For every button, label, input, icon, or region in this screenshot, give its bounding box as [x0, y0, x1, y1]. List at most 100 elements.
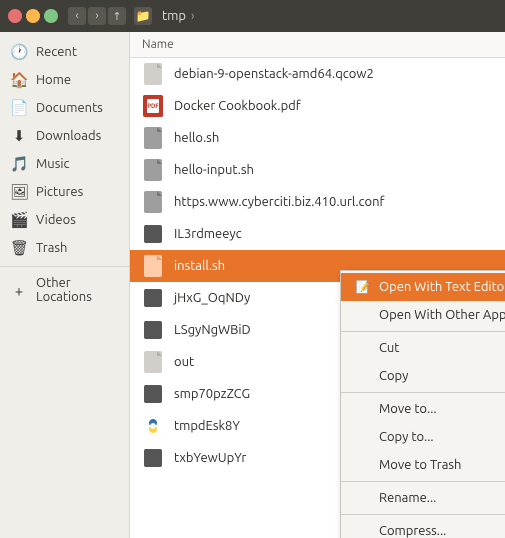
documents-icon: 📄: [10, 99, 28, 117]
sidebar-label-pictures: Pictures: [36, 185, 83, 199]
file-icon-smp70: [142, 383, 164, 405]
file-icon-il3rd: [142, 223, 164, 245]
trash-icon: 🗑: [10, 239, 28, 257]
sidebar-item-trash[interactable]: 🗑 Trash: [0, 234, 129, 262]
other-locations-icon: +: [10, 282, 28, 299]
file-icon-lsgy: [142, 319, 164, 341]
file-list-area: Name debian-9-openstack-amd64.qcow2 PDF …: [130, 32, 505, 538]
ctx-label-rename: Rename...: [379, 491, 436, 505]
copy-to-icon: [355, 429, 371, 445]
pictures-icon: 🖼: [10, 183, 28, 201]
file-item-hello-input[interactable]: hello-input.sh: [130, 154, 505, 186]
ctx-move-to-trash[interactable]: Move to Trash Delete: [341, 451, 505, 479]
maximize-button[interactable]: [44, 9, 58, 23]
back-button[interactable]: ‹: [68, 7, 86, 25]
sidebar-label-downloads: Downloads: [36, 129, 101, 143]
ctx-divider-2: [341, 392, 505, 393]
sidebar-item-downloads[interactable]: ⬇ Downloads: [0, 122, 129, 150]
file-icon-debian: [142, 63, 164, 85]
sidebar-divider: [0, 266, 129, 267]
file-icon-jhxg: [142, 287, 164, 309]
file-name-debian: debian-9-openstack-amd64.qcow2: [174, 67, 493, 81]
ctx-rename[interactable]: Rename... F2: [341, 484, 505, 512]
ctx-open-other[interactable]: Open With Other Application: [341, 301, 505, 329]
ctx-label-move-to: Move to...: [379, 402, 437, 416]
ctx-divider-1: [341, 331, 505, 332]
ctx-open-text-editor[interactable]: 📝 Open With Text Editor Return: [341, 273, 505, 301]
file-list-header: Name: [130, 32, 505, 58]
name-column-header: Name: [142, 38, 174, 51]
titlebar: ‹ › ↑ 📁 tmp ›: [0, 0, 505, 32]
open-other-icon: [355, 307, 371, 323]
cut-icon: [355, 340, 371, 356]
ctx-move-to[interactable]: Move to...: [341, 395, 505, 423]
file-item-https-conf[interactable]: https.www.cyberciti.biz.410.url.conf: [130, 186, 505, 218]
minimize-button[interactable]: [26, 9, 40, 23]
ctx-label-copy-to: Copy to...: [379, 430, 434, 444]
file-item-docker[interactable]: PDF Docker Cookbook.pdf: [130, 90, 505, 122]
file-icon-docker: PDF: [142, 95, 164, 117]
file-item-hello[interactable]: hello.sh: [130, 122, 505, 154]
sidebar-item-pictures[interactable]: 🖼 Pictures: [0, 178, 129, 206]
main-content: 🕐 Recent 🏠 Home 📄 Documents ⬇ Downloads …: [0, 32, 505, 538]
ctx-label-cut: Cut: [379, 341, 399, 355]
sidebar-label-music: Music: [36, 157, 70, 171]
home-icon: 🏠: [10, 71, 28, 89]
file-item-debian[interactable]: debian-9-openstack-amd64.qcow2: [130, 58, 505, 90]
context-menu: 📝 Open With Text Editor Return Open With…: [340, 270, 505, 538]
sidebar-item-recent[interactable]: 🕐 Recent: [0, 38, 129, 66]
file-icon-tmpd: [142, 415, 164, 437]
music-icon: 🎵: [10, 155, 28, 173]
recent-icon: 🕐: [10, 43, 28, 61]
file-name-hello-input: hello-input.sh: [174, 163, 493, 177]
path-label: tmp ›: [162, 9, 197, 23]
ctx-divider-3: [341, 481, 505, 482]
copy-icon: [355, 368, 371, 384]
ctx-compress[interactable]: Compress...: [341, 517, 505, 538]
ctx-label-open-other: Open With Other Application: [379, 308, 505, 322]
sidebar-label-trash: Trash: [36, 241, 67, 255]
nav-buttons: ‹ › ↑: [68, 7, 126, 25]
file-name-https-conf: https.www.cyberciti.biz.410.url.conf: [174, 195, 493, 209]
ctx-cut[interactable]: Cut Ctrl+X: [341, 334, 505, 362]
sidebar-label-recent: Recent: [36, 45, 77, 59]
text-editor-icon: 📝: [355, 279, 371, 295]
file-icon-install: [142, 255, 164, 277]
sidebar-label-videos: Videos: [36, 213, 76, 227]
file-icon-hello-input: [142, 159, 164, 181]
sidebar-label-documents: Documents: [36, 101, 103, 115]
ctx-label-copy: Copy: [379, 369, 408, 383]
videos-icon: 🎬: [10, 211, 28, 229]
sidebar-item-other-locations[interactable]: + Other Locations: [0, 271, 129, 309]
sidebar-item-music[interactable]: 🎵 Music: [0, 150, 129, 178]
close-button[interactable]: [8, 9, 22, 23]
path-arrow: ›: [191, 9, 195, 23]
ctx-copy[interactable]: Copy Ctrl+C: [341, 362, 505, 390]
forward-button[interactable]: ›: [88, 7, 106, 25]
file-icon-txb: [142, 447, 164, 469]
ctx-label-compress: Compress...: [379, 524, 446, 538]
path-text: tmp: [162, 9, 186, 23]
folder-icon: 📁: [134, 7, 152, 25]
up-button[interactable]: ↑: [108, 7, 126, 25]
file-item-il3rd[interactable]: IL3rdmeeyc: [130, 218, 505, 250]
ctx-label-open-text-editor: Open With Text Editor: [379, 280, 505, 294]
file-icon-out: [142, 351, 164, 373]
sidebar-label-other-locations: Other Locations: [36, 276, 119, 304]
sidebar-item-home[interactable]: 🏠 Home: [0, 66, 129, 94]
file-icon-https-conf: [142, 191, 164, 213]
file-name-docker: Docker Cookbook.pdf: [174, 99, 493, 113]
move-trash-icon: [355, 457, 371, 473]
sidebar: 🕐 Recent 🏠 Home 📄 Documents ⬇ Downloads …: [0, 32, 130, 538]
sidebar-item-documents[interactable]: 📄 Documents: [0, 94, 129, 122]
file-icon-hello: [142, 127, 164, 149]
file-name-hello: hello.sh: [174, 131, 493, 145]
downloads-icon: ⬇: [10, 127, 28, 145]
sidebar-label-home: Home: [36, 73, 71, 87]
move-to-icon: [355, 401, 371, 417]
ctx-divider-4: [341, 514, 505, 515]
sidebar-item-videos[interactable]: 🎬 Videos: [0, 206, 129, 234]
compress-icon: [355, 523, 371, 538]
rename-icon: [355, 490, 371, 506]
ctx-copy-to[interactable]: Copy to...: [341, 423, 505, 451]
